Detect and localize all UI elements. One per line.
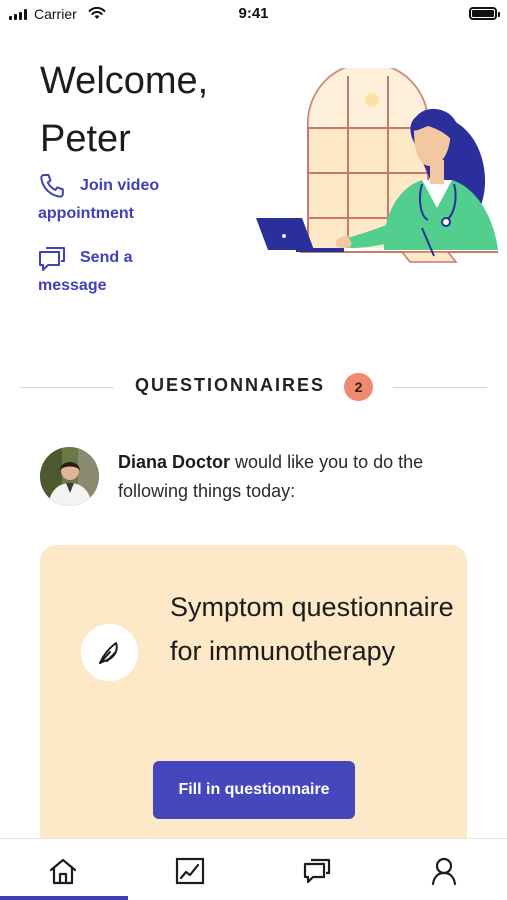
divider	[20, 387, 114, 388]
doctor-message: Diana Doctor would like you to do the fo…	[118, 448, 478, 506]
questionnaire-card: Symptom questionnaire for immunotherapy …	[40, 545, 467, 865]
person-icon	[431, 857, 457, 885]
divider	[393, 387, 487, 388]
user-name: Peter	[40, 118, 131, 160]
join-video-appointment-link[interactable]: Join video appointment	[38, 172, 198, 228]
pen-icon	[99, 642, 118, 664]
questionnaires-header: QUESTIONNAIRES 2	[20, 372, 487, 402]
active-tab-indicator	[0, 896, 128, 900]
doctor-name: Diana Doctor	[118, 452, 231, 472]
questionnaire-title: Symptom questionnaire for immunotherapy	[170, 592, 454, 666]
tab-home[interactable]	[0, 839, 128, 900]
card-icon-circle	[81, 624, 138, 681]
home-icon	[49, 858, 77, 885]
count-badge: 2	[344, 373, 373, 401]
battery-icon	[469, 7, 500, 20]
status-bar: Carrier 9:41	[0, 0, 507, 30]
chat-icon	[303, 858, 331, 884]
section-title: QUESTIONNAIRES	[135, 375, 326, 395]
welcome-heading: Welcome, Peter	[40, 52, 208, 168]
tab-messages[interactable]	[254, 839, 381, 900]
welcome-line: Welcome,	[40, 60, 209, 102]
tab-bar	[0, 838, 507, 900]
fill-in-questionnaire-button[interactable]: Fill in questionnaire	[153, 761, 355, 819]
join-video-label-line2: appointment	[38, 205, 134, 222]
send-message-label-line2: message	[38, 277, 107, 294]
chart-icon	[175, 857, 205, 885]
chat-icon	[39, 247, 65, 271]
tab-stats[interactable]	[127, 839, 254, 900]
send-message-link[interactable]: Send a message	[38, 244, 198, 300]
doctor-avatar	[40, 447, 99, 506]
phone-icon	[40, 174, 64, 198]
tab-profile[interactable]	[381, 839, 507, 900]
doctor-illustration	[256, 68, 498, 263]
status-time: 9:41	[238, 5, 269, 22]
